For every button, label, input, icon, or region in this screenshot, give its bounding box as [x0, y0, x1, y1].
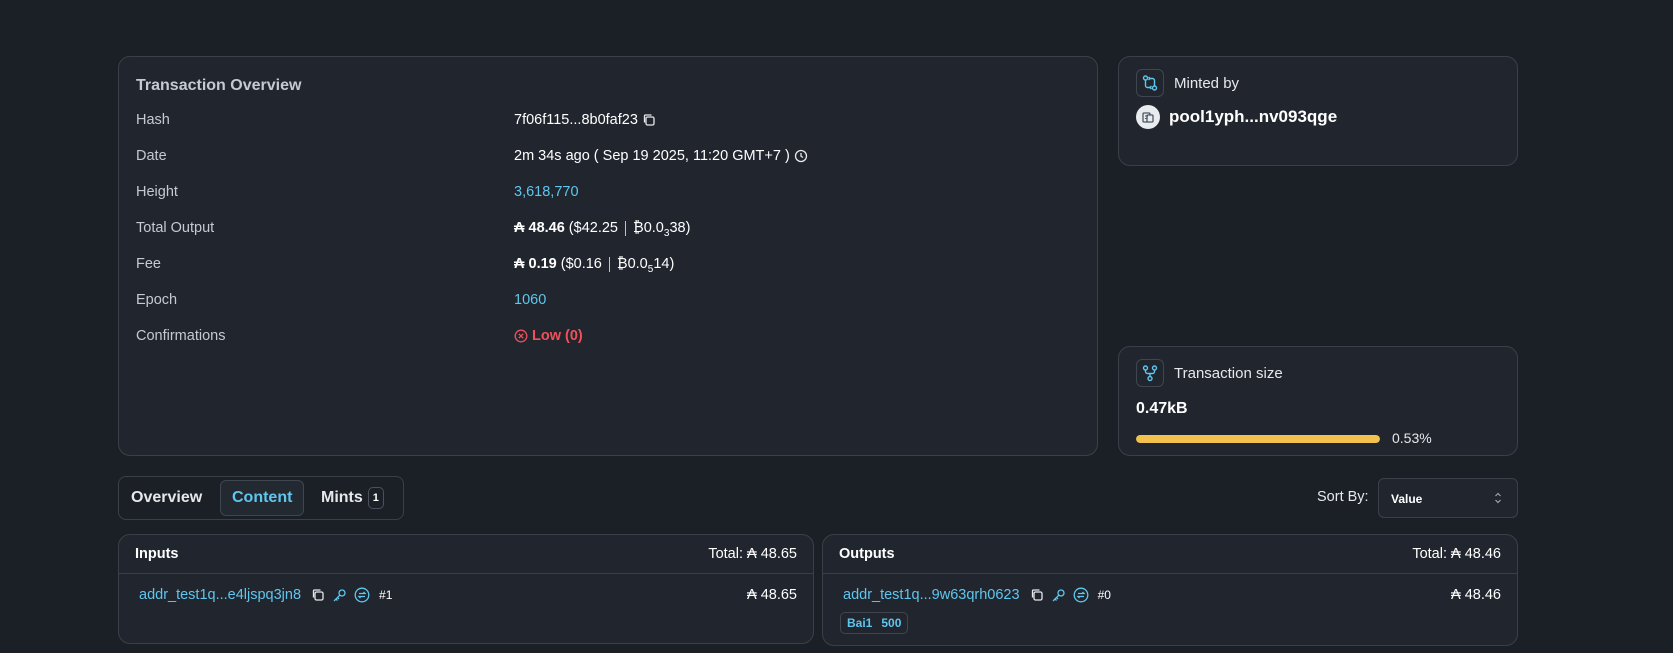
key-icon[interactable]: [1051, 588, 1066, 603]
total-output-ada: ₳ 48.46: [514, 220, 565, 236]
total-output-usd: ($42.25: [568, 220, 618, 236]
inputs-panel: Inputs Total: ₳ 48.65 addr_test1q...e4lj…: [118, 534, 814, 644]
hash-value: 7f06f115...8b0faf23: [514, 112, 638, 128]
hash-label: Hash: [136, 112, 170, 128]
key-icon[interactable]: [332, 588, 347, 603]
fee-usd: ($0.16: [560, 256, 602, 272]
sort-select[interactable]: Value: [1378, 478, 1518, 518]
fee-label: Fee: [136, 256, 161, 272]
sort-selected-value: Value: [1391, 492, 1423, 506]
transaction-size-value: 0.47kB: [1136, 400, 1188, 417]
swap-circle-icon[interactable]: [354, 587, 370, 603]
overview-title: Transaction Overview: [136, 77, 302, 94]
chevron-up-down-icon: [1493, 491, 1503, 510]
git-fork-icon: [1136, 359, 1164, 387]
tab-mints[interactable]: Mints 1: [310, 480, 395, 516]
copy-icon[interactable]: [642, 113, 656, 127]
swap-circle-icon[interactable]: [1073, 587, 1089, 603]
transaction-size-card: Transaction size 0.47kB 0.53%: [1118, 346, 1518, 456]
date-value: 2m 34s ago ( Sep 19 2025, 11:20 GMT+7 ): [514, 148, 790, 164]
tab-bar: Overview Content Mints 1: [118, 476, 404, 520]
confirmations-label: Confirmations: [136, 328, 226, 344]
total-output-label: Total Output: [136, 220, 215, 236]
fee-btc: ₿0.0514): [616, 256, 675, 275]
minted-by-title: Minted by: [1174, 75, 1240, 92]
tab-content[interactable]: Content: [220, 480, 305, 516]
size-progress-fill: [1136, 435, 1380, 443]
divider: [624, 220, 626, 236]
input-index: #1: [379, 588, 393, 602]
minted-by-card: Minted by pool1yph...nv093qge: [1118, 56, 1518, 166]
height-label: Height: [136, 184, 178, 200]
date-label: Date: [136, 148, 167, 164]
pool-avatar-icon: [1136, 105, 1160, 129]
outputs-panel: Outputs Total: ₳ 48.46 addr_test1q...9w6…: [822, 534, 1518, 646]
inputs-header: Inputs Total: ₳ 48.65: [119, 535, 813, 574]
output-amount: ₳ 48.46: [1451, 587, 1501, 603]
inputs-title: Inputs: [135, 546, 179, 562]
list-item: addr_test1q...9w63qrh0623 #0 ₳ 48.46: [843, 585, 1501, 605]
total-output-btc: ₿0.0338): [632, 220, 691, 239]
transaction-overview-card: Transaction Overview Hash 7f06f115...8b0…: [118, 56, 1098, 456]
confirmations-status: Low (0): [532, 328, 583, 344]
clock-icon[interactable]: [794, 149, 808, 163]
divider: [608, 256, 610, 272]
inputs-total: Total: ₳ 48.65: [708, 546, 797, 562]
transaction-size-title: Transaction size: [1174, 365, 1283, 382]
token-badge[interactable]: Bai1 500: [840, 612, 909, 634]
outputs-title: Outputs: [839, 546, 895, 562]
size-percent: 0.53%: [1392, 430, 1432, 446]
token-name: Bai1: [847, 616, 873, 630]
error-circle-icon: [514, 329, 528, 343]
sort-by-label: Sort By:: [1317, 489, 1369, 505]
size-progress-bar: [1136, 435, 1380, 443]
epoch-link[interactable]: 1060: [514, 292, 546, 308]
epoch-label: Epoch: [136, 292, 178, 308]
copy-icon[interactable]: [311, 588, 325, 602]
tab-overview[interactable]: Overview: [120, 480, 213, 516]
output-address-link[interactable]: addr_test1q...9w63qrh0623: [843, 587, 1020, 603]
git-compare-icon: [1136, 69, 1164, 97]
token-quantity: 500: [881, 616, 902, 630]
outputs-total: Total: ₳ 48.46: [1412, 546, 1501, 562]
output-index: #0: [1097, 588, 1111, 602]
input-amount: ₳ 48.65: [747, 587, 797, 603]
outputs-header: Outputs Total: ₳ 48.46: [823, 535, 1517, 574]
copy-icon[interactable]: [1030, 588, 1044, 602]
height-link[interactable]: 3,618,770: [514, 184, 579, 200]
mints-count-badge: 1: [367, 487, 384, 509]
fee-ada: ₳ 0.19: [514, 256, 557, 272]
input-address-link[interactable]: addr_test1q...e4ljspq3jn8: [139, 587, 301, 603]
list-item: addr_test1q...e4ljspq3jn8 #1 ₳ 48.65: [139, 585, 797, 605]
pool-link[interactable]: pool1yph...nv093qge: [1169, 107, 1337, 127]
